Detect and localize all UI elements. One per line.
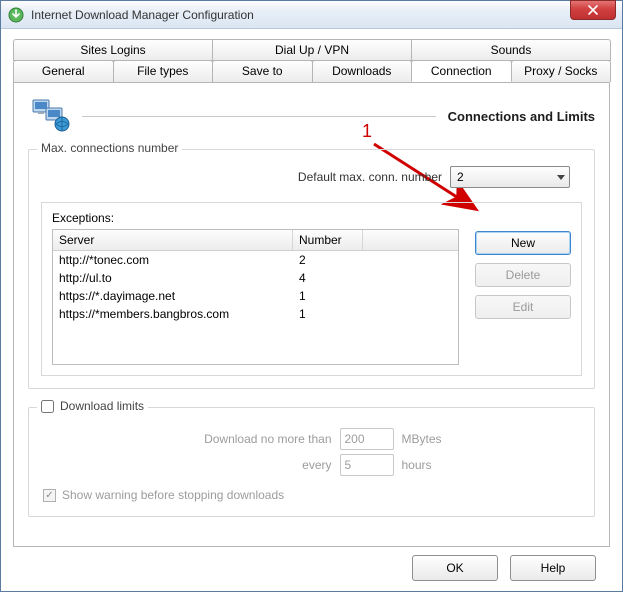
- edit-button[interactable]: Edit: [475, 295, 571, 319]
- exceptions-label: Exceptions:: [52, 211, 459, 225]
- group-legend-max-connections: Max. connections number: [37, 141, 182, 155]
- table-row[interactable]: http://ul.to 4: [53, 269, 458, 287]
- tab-bar: Sites Logins Dial Up / VPN Sounds Genera…: [13, 39, 610, 82]
- input-download-mbytes[interactable]: 200: [340, 428, 394, 450]
- new-button[interactable]: New: [475, 231, 571, 255]
- tab-content-connection: Connections and Limits 1 Max. connection…: [13, 82, 610, 547]
- cell-number: 2: [293, 251, 363, 269]
- dialog-footer: OK Help: [13, 547, 610, 581]
- label-show-warning: Show warning before stopping downloads: [62, 488, 284, 502]
- tab-connection[interactable]: Connection: [411, 60, 512, 82]
- tab-proxy-socks[interactable]: Proxy / Socks: [511, 60, 612, 82]
- input-download-hours[interactable]: 5: [340, 454, 394, 476]
- row-show-warning: ✓ Show warning before stopping downloads: [43, 488, 580, 502]
- help-button[interactable]: Help: [510, 555, 596, 581]
- tab-general[interactable]: General: [13, 60, 114, 82]
- checkbox-download-limits-input[interactable]: [41, 400, 54, 413]
- tab-sites-logins[interactable]: Sites Logins: [13, 39, 213, 61]
- col-server[interactable]: Server: [53, 230, 293, 250]
- network-icon: [28, 96, 76, 136]
- cell-number: 1: [293, 287, 363, 305]
- tab-sounds[interactable]: Sounds: [411, 39, 611, 61]
- table-row[interactable]: https://*.dayimage.net 1: [53, 287, 458, 305]
- row-default-max-conn: Default max. conn. number 2: [41, 162, 582, 198]
- tab-file-types[interactable]: File types: [113, 60, 214, 82]
- table-header: Server Number: [53, 230, 458, 251]
- exceptions-table[interactable]: Server Number http://*tonec.com 2: [52, 229, 459, 365]
- cell-number: 4: [293, 269, 363, 287]
- col-filler: [363, 230, 458, 250]
- exceptions-buttons: New Delete Edit: [475, 211, 571, 365]
- cell-server: https://*members.bangbros.com: [53, 305, 293, 323]
- group-exceptions: Exceptions: Server Number http://*tonec.…: [41, 202, 582, 376]
- cell-number: 1: [293, 305, 363, 323]
- checkbox-show-warning[interactable]: ✓: [43, 489, 56, 502]
- combo-value: 2: [457, 170, 464, 184]
- checkbox-download-limits[interactable]: Download limits: [41, 399, 144, 413]
- table-row[interactable]: http://*tonec.com 2: [53, 251, 458, 269]
- label-default-max-conn: Default max. conn. number: [298, 170, 442, 184]
- tab-save-to[interactable]: Save to: [212, 60, 313, 82]
- label-every: every: [167, 458, 332, 472]
- idm-icon: [7, 6, 25, 24]
- delete-button[interactable]: Delete: [475, 263, 571, 287]
- label-mbytes: MBytes: [402, 432, 457, 446]
- window-title: Internet Download Manager Configuration: [31, 8, 622, 22]
- tab-downloads[interactable]: Downloads: [312, 60, 413, 82]
- cell-server: https://*.dayimage.net: [53, 287, 293, 305]
- group-download-limits: Download limits Download no more than 20…: [28, 407, 595, 517]
- legend-download-limits: Download limits: [37, 399, 148, 416]
- group-max-connections: Max. connections number Default max. con…: [28, 149, 595, 389]
- close-icon: [588, 5, 598, 15]
- combo-default-max-conn[interactable]: 2: [450, 166, 570, 188]
- table-row[interactable]: https://*members.bangbros.com 1: [53, 305, 458, 323]
- col-number[interactable]: Number: [293, 230, 363, 250]
- close-button[interactable]: [570, 0, 616, 20]
- row-download-nomore: Download no more than 200 MBytes: [43, 428, 580, 450]
- section-title: Connections and Limits: [448, 109, 595, 124]
- client-area: Sites Logins Dial Up / VPN Sounds Genera…: [1, 29, 622, 591]
- checkbox-download-limits-label: Download limits: [60, 399, 144, 413]
- chevron-down-icon: [557, 175, 565, 180]
- titlebar: Internet Download Manager Configuration: [1, 1, 622, 29]
- label-hours: hours: [402, 458, 457, 472]
- cell-server: http://ul.to: [53, 269, 293, 287]
- cell-server: http://*tonec.com: [53, 251, 293, 269]
- tab-dialup-vpn[interactable]: Dial Up / VPN: [212, 39, 412, 61]
- label-download-nomore: Download no more than: [167, 432, 332, 446]
- window: Internet Download Manager Configuration …: [0, 0, 623, 592]
- section-header: Connections and Limits: [28, 93, 595, 139]
- row-download-every: every 5 hours: [43, 454, 580, 476]
- ok-button[interactable]: OK: [412, 555, 498, 581]
